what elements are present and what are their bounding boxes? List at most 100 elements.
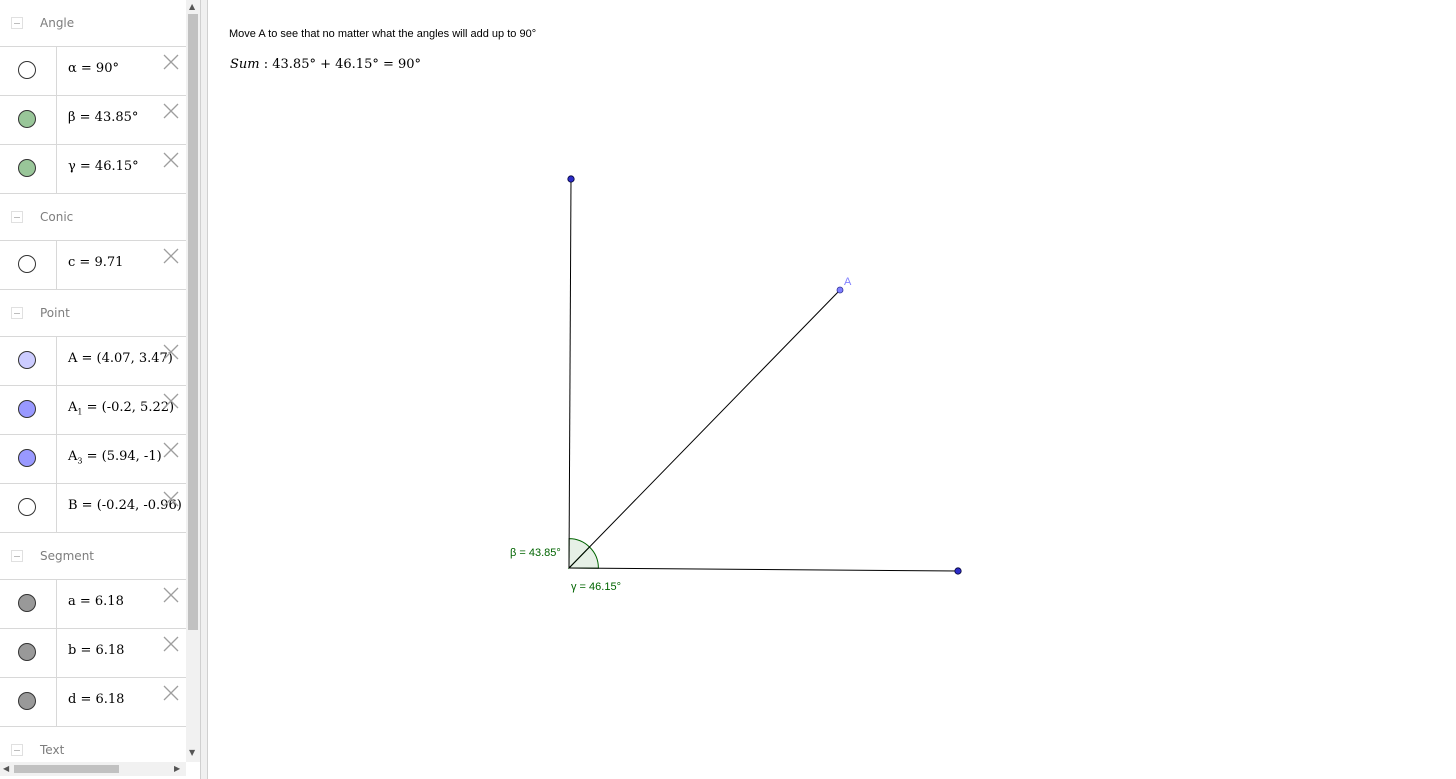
group-header-angle[interactable]: Angle <box>0 0 186 46</box>
algebra-row[interactable]: d = 6.18 <box>0 677 186 727</box>
delete-icon[interactable] <box>162 53 180 71</box>
delete-icon[interactable] <box>162 343 180 361</box>
row-divider <box>56 678 57 726</box>
delete-icon[interactable] <box>162 102 180 120</box>
visibility-toggle[interactable] <box>18 110 36 128</box>
row-divider <box>56 435 57 483</box>
visibility-toggle[interactable] <box>18 594 36 612</box>
algebra-row[interactable]: a = 6.18 <box>0 579 186 628</box>
algebra-row[interactable]: A3 = (5.94, -1) <box>0 434 186 483</box>
algebra-expression[interactable]: c = 9.71 <box>68 255 123 270</box>
visibility-toggle[interactable] <box>18 159 36 177</box>
group-header-point[interactable]: Point <box>0 290 186 336</box>
delete-icon[interactable] <box>162 151 180 169</box>
point-a1[interactable] <box>567 175 575 183</box>
scroll-up-arrow-icon[interactable]: ▲ <box>189 2 195 11</box>
row-divider <box>56 96 57 144</box>
row-divider <box>56 241 57 289</box>
point-a[interactable] <box>836 286 844 294</box>
horizontal-scroll-thumb[interactable] <box>14 765 119 773</box>
object-definition: c = 9.71 <box>68 255 124 270</box>
algebra-vertical-scrollbar[interactable]: ▲ ▼ <box>186 0 200 762</box>
vertical-scroll-thumb[interactable] <box>188 14 198 630</box>
row-divider <box>56 47 57 95</box>
view-divider[interactable] <box>200 0 208 779</box>
delete-icon[interactable] <box>162 635 180 653</box>
visibility-toggle[interactable] <box>18 498 36 516</box>
object-definition: b = 6.18 <box>68 643 125 658</box>
algebra-row[interactable]: b = 6.18 <box>0 628 186 677</box>
group-name: Text <box>40 743 65 757</box>
collapse-toggle-icon[interactable] <box>11 17 23 29</box>
gamma-label: γ = 46.15° <box>571 581 621 593</box>
group-name: Conic <box>40 210 74 224</box>
collapse-toggle-icon[interactable] <box>11 307 23 319</box>
algebra-expression[interactable]: γ = 46.15° <box>68 159 139 174</box>
algebra-row[interactable]: γ = 46.15° <box>0 144 186 194</box>
segment-b[interactable] <box>568 567 959 572</box>
object-definition: β = 43.85° <box>68 110 139 125</box>
delete-icon[interactable] <box>162 441 180 459</box>
delete-icon[interactable] <box>162 392 180 410</box>
algebra-expression[interactable]: α = 90° <box>68 61 119 76</box>
row-divider <box>56 580 57 628</box>
algebra-row[interactable]: A1 = (-0.2, 5.22) <box>0 385 186 434</box>
object-name: A <box>68 449 78 464</box>
group-header-conic[interactable]: Conic <box>0 194 186 240</box>
delete-icon[interactable] <box>162 586 180 604</box>
segment-d[interactable] <box>568 289 841 569</box>
row-divider <box>56 629 57 677</box>
object-definition: A = (4.07, 3.47) <box>68 351 173 366</box>
visibility-toggle[interactable] <box>18 61 36 79</box>
object-definition: α = 90° <box>68 61 119 76</box>
sum-expression: : 43.85° + 46.15° = 90° <box>259 57 422 72</box>
object-definition: d = 6.18 <box>68 692 125 707</box>
algebra-row[interactable]: A = (4.07, 3.47) <box>0 336 186 385</box>
algebra-expression[interactable]: d = 6.18 <box>68 692 124 707</box>
row-divider <box>56 145 57 193</box>
group-header-segment[interactable]: Segment <box>0 533 186 579</box>
scroll-left-arrow-icon[interactable]: ◀ <box>3 764 9 773</box>
visibility-toggle[interactable] <box>18 351 36 369</box>
scroll-right-arrow-icon[interactable]: ▶ <box>174 764 180 773</box>
algebra-horizontal-scrollbar[interactable]: ◀ ▶ <box>0 762 186 776</box>
row-divider <box>56 484 57 532</box>
visibility-toggle[interactable] <box>18 255 36 273</box>
group-name: Angle <box>40 16 75 30</box>
visibility-toggle[interactable] <box>18 449 36 467</box>
algebra-expression[interactable]: b = 6.18 <box>68 643 124 658</box>
visibility-toggle[interactable] <box>18 692 36 710</box>
algebra-expression[interactable]: A1 = (-0.2, 5.22) <box>68 400 174 417</box>
group-name: Segment <box>40 549 94 563</box>
row-divider <box>56 386 57 434</box>
scroll-down-arrow-icon[interactable]: ▼ <box>189 748 195 757</box>
delete-icon[interactable] <box>162 684 180 702</box>
algebra-expression[interactable]: A3 = (5.94, -1) <box>68 449 162 466</box>
delete-icon[interactable] <box>162 247 180 265</box>
algebra-row[interactable]: c = 9.71 <box>0 240 186 290</box>
object-definition: a = 6.18 <box>68 594 124 609</box>
segment-a[interactable] <box>568 178 572 569</box>
group-name: Point <box>40 306 70 320</box>
visibility-toggle[interactable] <box>18 643 36 661</box>
beta-label: β = 43.85° <box>510 547 561 559</box>
delete-icon[interactable] <box>162 490 180 508</box>
algebra-row[interactable]: α = 90° <box>0 46 186 95</box>
algebra-expression[interactable]: A = (4.07, 3.47) <box>68 351 173 366</box>
sum-formula: Sum : 43.85° + 46.15° = 90° <box>230 57 421 72</box>
point-a-label: A <box>844 276 852 288</box>
algebra-expression[interactable]: a = 6.18 <box>68 594 124 609</box>
algebra-row[interactable]: β = 43.85° <box>0 95 186 144</box>
algebra-expression[interactable]: β = 43.85° <box>68 110 138 125</box>
collapse-toggle-icon[interactable] <box>11 744 23 756</box>
graphics-view[interactable]: A β = 43.85° γ = 46.15° <box>208 0 1456 779</box>
point-a3[interactable] <box>954 567 962 575</box>
sum-label: Sum <box>230 57 260 72</box>
collapse-toggle-icon[interactable] <box>11 211 23 223</box>
object-value: = (5.94, -1) <box>82 449 162 464</box>
algebra-row[interactable]: B = (-0.24, -0.96) <box>0 483 186 533</box>
object-value: = (-0.2, 5.22) <box>82 400 175 415</box>
collapse-toggle-icon[interactable] <box>11 550 23 562</box>
geometry-canvas[interactable]: A β = 43.85° γ = 46.15° <box>208 0 1456 779</box>
visibility-toggle[interactable] <box>18 400 36 418</box>
